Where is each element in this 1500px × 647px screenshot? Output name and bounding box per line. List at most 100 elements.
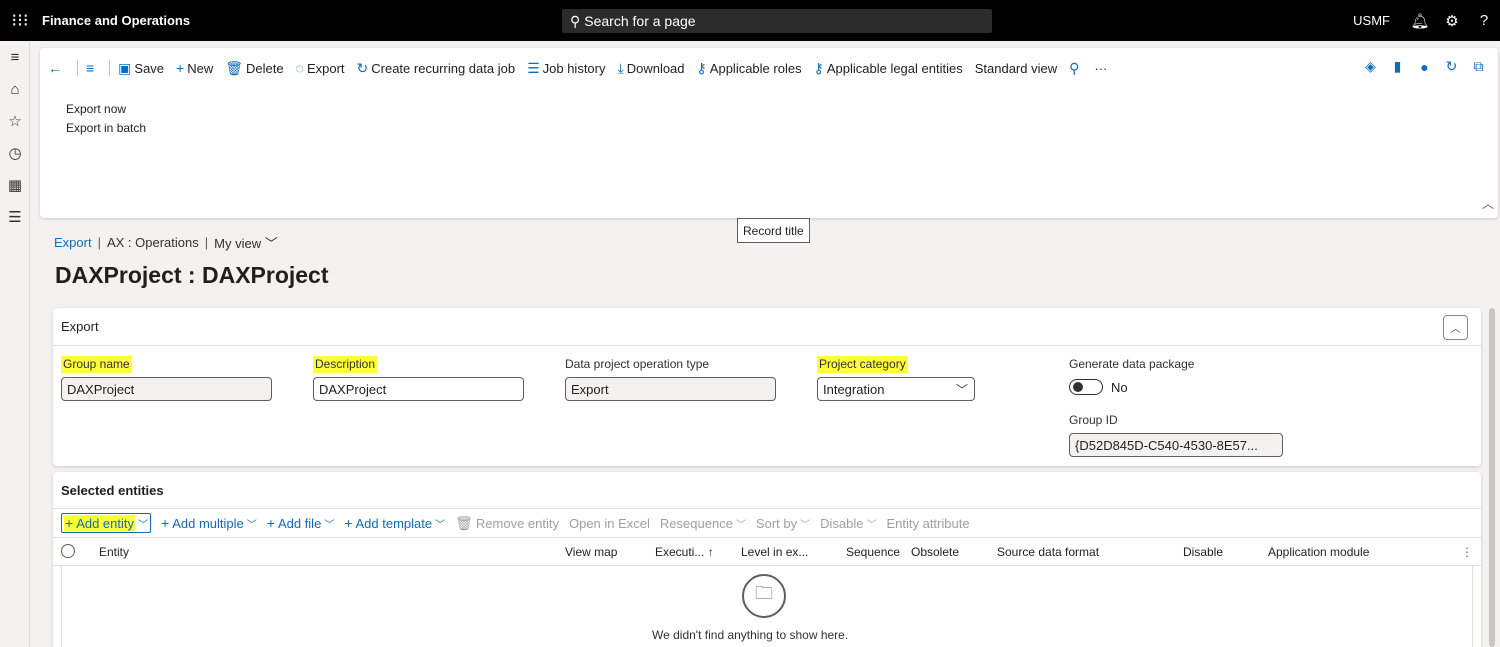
key-icon: ⚷ [696, 59, 707, 76]
app-launcher-icon[interactable]: ⁝⁝⁝ [0, 0, 40, 41]
add-file-button[interactable]: + Add file ﹀ [267, 515, 335, 531]
project-category-select[interactable]: Integration ﹀ [817, 377, 975, 401]
key-icon: ⚷ [813, 59, 824, 76]
project-category-field: Project category Integration ﹀ [817, 356, 975, 401]
add-multiple-button[interactable]: + Add multiple ﹀ [161, 515, 257, 531]
help-icon[interactable]: ? [1468, 12, 1500, 29]
empty-folder-icon: 🗀︎ [742, 574, 786, 618]
group-name-field: Group name DAXProject [61, 356, 272, 401]
standard-view-button[interactable]: Standard view [975, 61, 1057, 76]
open-in-excel-button[interactable]: Open in Excel [569, 516, 650, 531]
remove-entity-button[interactable]: 🗑︎ Remove entity [455, 515, 559, 532]
office-icon[interactable]: ▮ [1384, 58, 1411, 75]
chevron-down-icon: ﹀ [324, 519, 335, 531]
open-new-window-icon[interactable]: ⧉ [1465, 58, 1492, 75]
column-options-icon[interactable]: ⋮ [1461, 545, 1473, 559]
generate-package-field: Generate data package No [1069, 356, 1283, 395]
column-disable[interactable]: Disable [1183, 545, 1223, 559]
selected-entities-fasttab: Selected entities + Add entity ﹀ + Add mult… [53, 472, 1481, 647]
clock-icon[interactable]: ◷ [0, 137, 30, 169]
column-level[interactable]: Level in ex... [741, 545, 808, 559]
column-obsolete[interactable]: Obsolete [911, 545, 959, 559]
chevron-down-icon: ﹀ [264, 236, 278, 251]
column-source-format[interactable]: Source data format [997, 545, 1099, 559]
page-scrollbar[interactable] [1489, 308, 1495, 647]
entities-grid-header: Entity View map Executi... ↑ Level in ex… [53, 538, 1481, 566]
disable-button[interactable]: Disable ﹀ [820, 516, 876, 531]
navigation-rail: ≡ ⌂ ☆ ◷ ▦ ☰ [0, 41, 30, 647]
home-icon[interactable]: ⌂ [0, 73, 30, 105]
column-view-map[interactable]: View map [565, 545, 617, 559]
delete-button[interactable]: 🗑︎ Delete [225, 60, 283, 77]
recurring-icon: ↻ [356, 59, 369, 76]
view-selector[interactable]: My view ﹀ [214, 233, 278, 252]
hamburger-icon[interactable]: ≡ [0, 41, 30, 73]
sort-ascending-icon: ↑ [707, 545, 714, 559]
entities-grid-body: 🗀︎ We didn't find anything to show here. [61, 566, 1473, 647]
export-button[interactable]: ◌ Export [296, 60, 345, 76]
record-title-tooltip: Record title [737, 218, 810, 243]
column-execution[interactable]: Executi... ↑ [655, 545, 714, 559]
gear-icon[interactable]: ⚙ [1436, 12, 1468, 30]
description-label: Description [313, 356, 378, 373]
export-now-item[interactable]: Export now [66, 100, 146, 119]
plus-icon: + [266, 515, 275, 531]
more-options-button[interactable]: ··· [1094, 61, 1107, 76]
plus-icon: + [176, 60, 185, 76]
new-button[interactable]: + New [176, 60, 213, 76]
chevron-down-icon: ﹀ [735, 519, 746, 531]
breadcrumb: Export | AX : Operations | My view ﹀ [54, 233, 278, 252]
applicable-roles-button[interactable]: ⚷ Applicable roles [697, 60, 802, 77]
export-submenu: Export now Export in batch [66, 100, 146, 138]
create-recurring-job-button[interactable]: ↻ Create recurring data job [357, 60, 516, 77]
collapse-action-pane-icon[interactable]: ︿ [1482, 195, 1494, 212]
menu-icon[interactable]: ≡ [86, 60, 97, 76]
refresh-icon[interactable]: ↻ [1438, 58, 1465, 75]
chevron-down-icon: ﹀ [246, 519, 257, 531]
attachments-icon[interactable]: ● [1411, 59, 1438, 75]
group-id-input[interactable]: {D52D845D-C540-4530-8E57... [1069, 433, 1283, 457]
toggle-state-label: No [1111, 379, 1128, 395]
search-action-icon[interactable]: ⚲ [1069, 60, 1082, 77]
select-all-radio[interactable] [61, 544, 75, 558]
export-fasttab-header[interactable]: Export [53, 308, 1481, 346]
modules-icon[interactable]: ☰ [0, 201, 30, 233]
export-in-batch-item[interactable]: Export in batch [66, 119, 146, 138]
breadcrumb-export-link[interactable]: Export [54, 235, 92, 250]
selected-entities-header[interactable]: Selected entities [53, 472, 1481, 508]
workspace-icon[interactable]: ▦ [0, 169, 30, 201]
diamond-icon[interactable]: ◈ [1357, 58, 1384, 75]
operation-type-input[interactable]: Export [565, 377, 776, 401]
job-history-button[interactable]: ☰ Job history [527, 60, 605, 77]
applicable-legal-entities-button[interactable]: ⚷ Applicable legal entities [814, 60, 963, 77]
sort-by-button[interactable]: Sort by ﹀ [756, 516, 810, 531]
collapse-fasttab-button[interactable]: ︿ [1443, 315, 1468, 340]
add-template-button[interactable]: + Add template ﹀ [344, 515, 445, 531]
star-icon[interactable]: ☆ [0, 105, 30, 137]
download-button[interactable]: ⤓ Download [618, 60, 685, 77]
column-entity[interactable]: Entity [99, 545, 129, 559]
export-icon: ◌ [295, 60, 304, 76]
group-name-input[interactable]: DAXProject [61, 377, 272, 401]
app-title[interactable]: Finance and Operations [42, 13, 190, 28]
download-icon: ⤓ [617, 59, 624, 76]
back-icon[interactable]: ← [48, 60, 65, 76]
save-button[interactable]: ▣ Save [118, 60, 164, 77]
column-application-module[interactable]: Application module [1268, 545, 1369, 559]
description-input[interactable]: DAXProject [313, 377, 524, 401]
column-sequence[interactable]: Sequence [846, 545, 900, 559]
company-picker[interactable]: USMF [1353, 13, 1390, 28]
add-entity-button[interactable]: + Add entity ﹀ [61, 513, 152, 533]
entity-attribute-button[interactable]: Entity attribute [886, 516, 969, 531]
top-right-controls: USMF 🔔︎ ⚙ ? [1353, 0, 1500, 41]
list-icon: ☰ [527, 59, 540, 76]
description-field: Description DAXProject [313, 356, 524, 401]
search-page-input[interactable]: ⚲ Search for a page [562, 9, 992, 33]
chevron-down-icon: ﹀ [955, 382, 968, 397]
search-icon: ⚲ [570, 12, 581, 29]
bell-icon[interactable]: 🔔︎ [1404, 12, 1436, 30]
generate-package-toggle[interactable] [1069, 379, 1103, 395]
resequence-button[interactable]: Resequence ﹀ [660, 516, 746, 531]
plus-icon: + [161, 515, 170, 531]
group-name-label: Group name [61, 356, 132, 373]
